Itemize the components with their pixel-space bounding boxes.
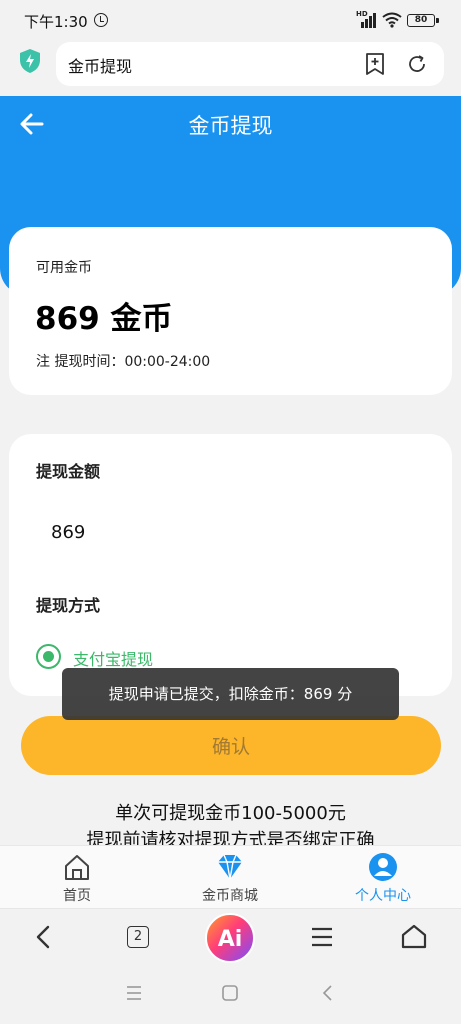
tabs-button[interactable]: 2	[118, 917, 158, 957]
system-nav-bar	[0, 964, 461, 1024]
browser-address-bar: 金币提现	[0, 40, 461, 96]
app-bottom-nav: 首页 金币商城 个人中心	[0, 845, 461, 908]
nav-label-mall: 金币商城	[202, 888, 258, 904]
tab-count: 2	[127, 926, 149, 948]
page-title: 金币提现	[188, 114, 273, 138]
nav-item-profile[interactable]: 个人中心	[328, 846, 438, 909]
nav-item-mall[interactable]: 金币商城	[175, 846, 285, 909]
toast-message: 提现申请已提交，扣除金币：869 分	[62, 668, 399, 720]
back-icon[interactable]	[24, 917, 64, 957]
withdraw-form-card: 提现金额 提现方式 支付宝提现	[9, 434, 452, 696]
system-back-icon[interactable]	[318, 984, 338, 1002]
nav-label-home: 首页	[63, 888, 91, 904]
bookmark-add-icon[interactable]	[364, 52, 386, 76]
status-time: 下午1:30	[24, 13, 88, 31]
withdraw-check-note: 提现前请核对提现方式是否绑定正确	[86, 830, 375, 845]
withdraw-time-note: 注 提现时间：00:00-24:00	[36, 354, 211, 370]
address-field[interactable]: 金币提现	[56, 42, 444, 86]
withdraw-limit-note: 单次可提现金币100-5000元	[115, 803, 346, 824]
system-home-icon[interactable]	[220, 984, 240, 1002]
home-icon[interactable]	[394, 917, 434, 957]
alarm-icon	[94, 13, 108, 27]
balance-label: 可用金币	[36, 260, 92, 276]
radio-selected-icon[interactable]	[36, 644, 61, 669]
balance-value: 869 金币	[35, 301, 173, 337]
ai-button[interactable]: Ai	[205, 913, 255, 963]
menu-icon[interactable]	[302, 917, 342, 957]
battery-icon: 80	[407, 14, 439, 27]
amount-input[interactable]	[39, 514, 419, 550]
diamond-icon	[218, 854, 242, 880]
reload-icon[interactable]	[405, 52, 429, 76]
address-text: 金币提现	[68, 57, 133, 76]
shield-icon[interactable]	[18, 48, 42, 74]
signal-icon	[357, 12, 377, 28]
home-icon	[65, 855, 89, 880]
confirm-button[interactable]: 确认	[21, 716, 441, 775]
balance-card: 可用金币 869 金币 注 提现时间：00:00-24:00	[9, 227, 452, 395]
method-label: 提现方式	[36, 596, 101, 615]
status-bar: 下午1:30 HD 80	[0, 0, 461, 40]
nav-label-profile: 个人中心	[355, 888, 411, 904]
nav-item-home[interactable]: 首页	[22, 846, 132, 909]
amount-label: 提现金额	[36, 462, 101, 481]
alipay-option-label: 支付宝提现	[73, 650, 154, 669]
user-icon	[369, 853, 397, 881]
browser-toolbar: 2 Ai	[0, 908, 461, 964]
wifi-icon	[382, 12, 402, 28]
recent-apps-icon[interactable]	[124, 984, 144, 1002]
